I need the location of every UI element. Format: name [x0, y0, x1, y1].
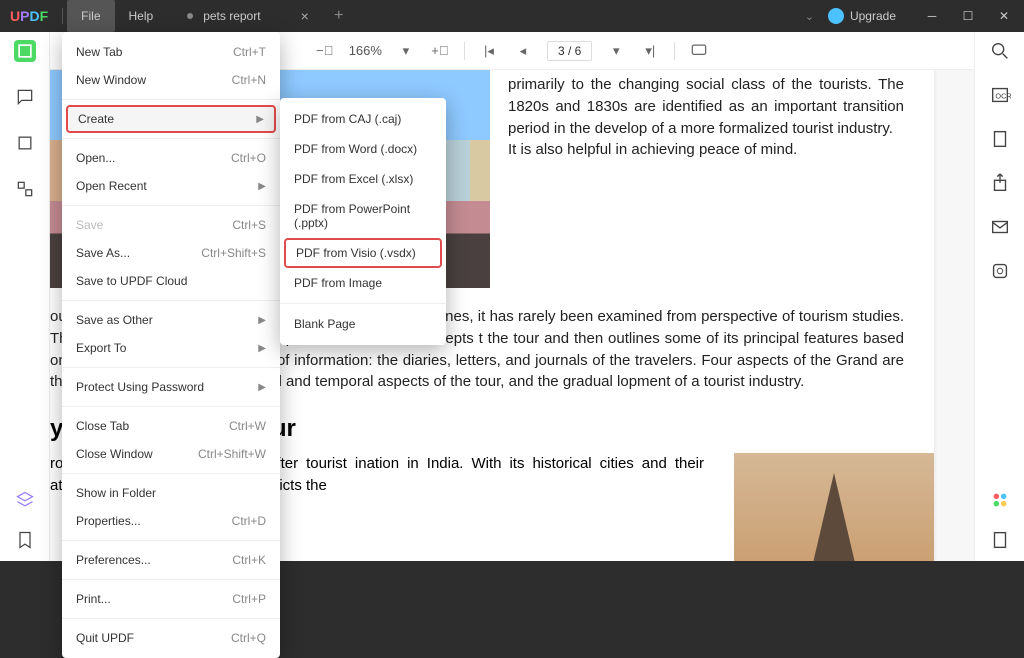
- prev-page-icon[interactable]: ◂: [513, 41, 533, 61]
- zoom-in-icon[interactable]: +⃝: [430, 41, 450, 61]
- app-logo: UPDF: [0, 8, 58, 24]
- search-icon[interactable]: [989, 40, 1011, 62]
- document-tab[interactable]: pets report ×: [175, 0, 321, 32]
- presentation-icon[interactable]: [689, 41, 709, 61]
- file-menu-item-close-window[interactable]: Close WindowCtrl+Shift+W: [62, 440, 280, 468]
- menu-file[interactable]: File: [67, 0, 114, 32]
- layers-icon[interactable]: [14, 489, 36, 511]
- upgrade-button[interactable]: Upgrade: [822, 5, 910, 27]
- file-menu-item-export-to[interactable]: Export To▶: [62, 334, 280, 362]
- file-menu-item-close-tab[interactable]: Close TabCtrl+W: [62, 412, 280, 440]
- right-toolstrip: OCR: [974, 32, 1024, 561]
- last-page-icon[interactable]: ▾|: [640, 41, 660, 61]
- next-page-icon[interactable]: ▾: [606, 41, 626, 61]
- apps-icon[interactable]: [989, 489, 1011, 511]
- maximize-button[interactable]: ☐: [954, 2, 982, 30]
- zoom-dropdown-icon[interactable]: ▾: [396, 41, 416, 61]
- new-tab-button[interactable]: +: [327, 7, 351, 25]
- page-setup-icon[interactable]: [989, 128, 1011, 150]
- file-menu-item-show-in-folder[interactable]: Show in Folder: [62, 479, 280, 507]
- bookmark-icon[interactable]: [14, 529, 36, 551]
- tower-image: [734, 453, 934, 561]
- close-tab-icon[interactable]: ×: [301, 8, 309, 24]
- file-menu-item-save[interactable]: SaveCtrl+S: [62, 211, 280, 239]
- create-item-blank-page[interactable]: Blank Page: [280, 309, 446, 339]
- export-icon[interactable]: [989, 172, 1011, 194]
- file-menu-item-open-[interactable]: Open...Ctrl+O: [62, 144, 280, 172]
- zoom-level: 166%: [349, 43, 382, 58]
- file-menu-item-protect-using-password[interactable]: Protect Using Password▶: [62, 373, 280, 401]
- file-menu-item-save-as-[interactable]: Save As...Ctrl+Shift+S: [62, 239, 280, 267]
- menu-help[interactable]: Help: [115, 0, 168, 32]
- comment-tool-icon[interactable]: [14, 86, 36, 108]
- file-menu-item-save-to-updf-cloud[interactable]: Save to UPDF Cloud: [62, 267, 280, 295]
- convert-icon[interactable]: [989, 260, 1011, 282]
- side-paragraph: primarily to the changing social class o…: [508, 70, 934, 288]
- ocr-icon[interactable]: OCR: [989, 84, 1011, 106]
- file-menu-item-open-recent[interactable]: Open Recent▶: [62, 172, 280, 200]
- file-menu-item-create[interactable]: Create▶: [66, 105, 276, 133]
- create-item-pdf-from-visio-vsdx-[interactable]: PDF from Visio (.vsdx): [284, 238, 442, 268]
- create-submenu: PDF from CAJ (.caj)PDF from Word (.docx)…: [280, 98, 446, 345]
- file-menu-item-preferences-[interactable]: Preferences...Ctrl+K: [62, 546, 280, 574]
- edit-tool-icon[interactable]: [14, 132, 36, 154]
- first-page-icon[interactable]: |◂: [479, 41, 499, 61]
- titlebar: UPDF File Help pets report × + ⌄ Upgrade…: [0, 0, 1024, 32]
- zoom-out-icon[interactable]: −⃝: [315, 41, 335, 61]
- create-item-pdf-from-excel-xlsx-[interactable]: PDF from Excel (.xlsx): [280, 164, 446, 194]
- create-item-pdf-from-powerpoint-pptx-[interactable]: PDF from PowerPoint (.pptx): [280, 194, 446, 238]
- file-menu-item-print-[interactable]: Print...Ctrl+P: [62, 585, 280, 613]
- create-item-pdf-from-image[interactable]: PDF from Image: [280, 268, 446, 298]
- email-icon[interactable]: [989, 216, 1011, 238]
- file-menu-item-quit-updf[interactable]: Quit UPDFCtrl+Q: [62, 624, 280, 652]
- file-menu-dropdown: New TabCtrl+TNew WindowCtrl+N Create▶ Open…: [62, 32, 280, 658]
- svg-text:OCR: OCR: [995, 92, 1011, 101]
- organize-tool-icon[interactable]: [14, 178, 36, 200]
- create-item-pdf-from-caj-caj-[interactable]: PDF from CAJ (.caj): [280, 104, 446, 134]
- chevron-down-icon[interactable]: ⌄: [805, 10, 814, 23]
- share-icon[interactable]: [989, 529, 1011, 551]
- left-toolstrip: [0, 32, 50, 561]
- tab-status-dot: [187, 13, 193, 19]
- file-menu-item-save-as-other[interactable]: Save as Other▶: [62, 306, 280, 334]
- upgrade-label: Upgrade: [850, 9, 896, 23]
- minimize-button[interactable]: ─: [918, 2, 946, 30]
- user-avatar-icon: [828, 8, 844, 24]
- tab-title: pets report: [203, 9, 260, 23]
- page-indicator[interactable]: 3 / 6: [547, 41, 592, 61]
- reader-mode-icon[interactable]: [14, 40, 36, 62]
- file-menu-item-properties-[interactable]: Properties...Ctrl+D: [62, 507, 280, 535]
- close-window-button[interactable]: ✕: [990, 2, 1018, 30]
- create-item-pdf-from-word-docx-[interactable]: PDF from Word (.docx): [280, 134, 446, 164]
- file-menu-item-new-tab[interactable]: New TabCtrl+T: [62, 38, 280, 66]
- file-menu-item-new-window[interactable]: New WindowCtrl+N: [62, 66, 280, 94]
